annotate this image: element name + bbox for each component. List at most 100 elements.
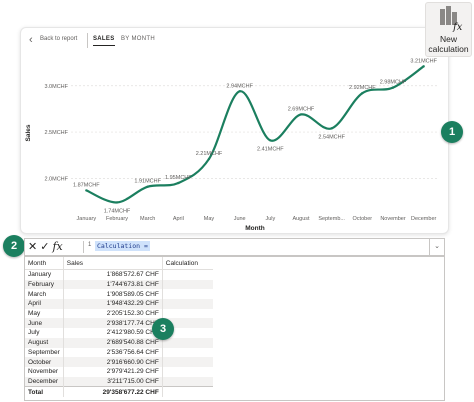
x-tick-label: January [77,216,97,222]
svg-text:fx: fx [452,22,463,33]
table-cell-sales: 1'868'572.67 CHF [62,269,163,280]
report-chart-panel: ‹ Back to report SALES BY MONTH 2.0MCHF 2… [20,27,449,234]
callout-badge-3: 3 [152,318,174,340]
callout-badge-2: 2 [3,235,25,257]
table-row: June 2'938'177.74 CHF [25,318,213,329]
table-cell-sales: 2'938'177.74 CHF [62,318,163,329]
column-header-sales[interactable]: Sales [62,257,163,270]
data-label: 2.54MCHF [318,134,345,140]
table-cell-calc [161,269,213,280]
table-cell-month: February [25,279,64,290]
fx-table-icon: fx [440,6,463,33]
table-cell-calc [161,376,213,387]
table-cell-calc [161,279,213,290]
x-tick-label: May [204,216,215,222]
data-point [146,185,149,188]
table-row: January 1'868'572.67 CHF [25,269,213,280]
x-tick-label: November [380,216,406,222]
sales-table: Month Sales Calculation January 1'868'572… [25,257,213,397]
table-cell-month: August [25,337,64,348]
data-point [299,113,303,116]
data-point [422,65,425,68]
data-point [391,86,395,89]
table-row: March 1'908'589.05 CHF [25,289,213,300]
x-tick-label: December [411,216,437,222]
new-calculation-button[interactable]: fx New calculation [425,2,472,57]
table-cell-sales: 1'948'432.29 CHF [62,299,163,309]
column-header-calculation[interactable]: Calculation [161,257,213,270]
table-cell-month: June [25,318,64,329]
formula-bar: ✕ ✓ fx 1 Calculation = ⌄ [24,238,445,256]
data-point [177,181,180,185]
table-cell-month: January [28,271,52,279]
formula-icons: ✕ ✓ fx [28,239,66,255]
data-label: 2.69MCHF [288,106,315,112]
x-tick-label: April [173,216,184,222]
table-row: February 1'744'673.81 CHF [25,279,213,290]
sales-line-chart: 2.0MCHF 2.5MCHF 3.0MCHF Sales Month January Fe… [25,58,439,232]
fx-icon[interactable]: fx [52,240,62,253]
table-row: April 1'948'432.29 CHF [25,299,213,309]
x-tick-label: June [234,216,246,222]
x-tick-label: August [292,216,310,222]
x-tick-label: March [140,216,155,222]
table-cell-sales: 2'205'152.30 CHF [62,308,163,319]
data-label: 1.91MCHF [134,179,161,185]
table-cell-calc [161,308,213,319]
table-cell-calc [161,289,213,300]
y-tick-label: 2.5MCHF [44,130,68,136]
data-label: 1.74MCHF [104,208,131,214]
data-label: 2.41MCHF [257,146,284,152]
table-cell-calc [161,347,213,358]
data-point [269,139,272,142]
table-cell-month: May [28,310,41,318]
table-cell-month: March [28,290,47,298]
table-cell-sales: 2'412'980.59 CHF [62,328,163,338]
chevron-down-icon[interactable]: ⌄ [429,239,444,255]
table-cell-sales: 3'211'715.00 CHF [62,376,163,387]
table-row: December 3'211'715.00 CHF [25,376,213,387]
data-label: 1.95MCHF [165,175,192,181]
data-label: 3.21MCHF [410,58,437,64]
table-cell-month: November [28,368,58,376]
new-calculation-label: New calculation [428,34,469,54]
data-point [330,127,333,130]
cancel-x-icon[interactable]: ✕ [28,241,37,253]
table-row: November 2'979'421.29 CHF [25,366,213,377]
x-tick-label: February [106,216,128,222]
data-point [238,90,241,93]
y-tick-label: 2.0MCHF [44,176,68,182]
table-cell-month: July [28,329,40,337]
table-cell-month: April [25,299,64,309]
data-point [115,201,119,204]
calculation-table-container: Month Sales Calculation January 1'868'572… [24,256,445,401]
table-cell-sales: 1'744'673.81 CHF [62,279,163,290]
table-cell-calc [161,337,213,348]
data-point [361,91,364,95]
table-header-row: Month Sales Calculation [25,257,213,270]
x-tick-label: July [265,216,275,222]
table-row: August 2'689'540.88 CHF [25,337,213,348]
formula-expression-input[interactable]: Calculation = [95,241,150,251]
y-axis-title: Sales [25,124,32,141]
total-cell-calc [161,386,213,397]
table-cell-month: October [25,357,64,367]
total-cell-sales: 29'358'677.22 CHF [62,386,163,397]
formula-divider [83,241,84,253]
table-cell-month: September [28,348,60,356]
table-row: May 2'205'152.30 CHF [25,308,213,319]
callout-badge-1: 1 [441,121,463,143]
data-label: 2.94MCHF [226,83,253,89]
table-cell-sales: 2'979'421.29 CHF [62,366,163,377]
data-point [207,157,211,161]
table-total-row: Total 29'358'677.22 CHF [25,386,213,397]
check-icon[interactable]: ✓ [40,241,49,253]
table-row: October 2'916'660.90 CHF [25,357,213,367]
total-cell-month: Total [25,386,64,397]
column-header-month[interactable]: Month [25,257,64,270]
data-label: 2.98MCHF [380,80,407,86]
table-cell-month: December [25,376,64,387]
table-cell-sales: 2'689'540.88 CHF [62,337,163,348]
table-cell-calc [161,357,213,367]
table-cell-sales: 1'908'589.05 CHF [62,289,163,300]
